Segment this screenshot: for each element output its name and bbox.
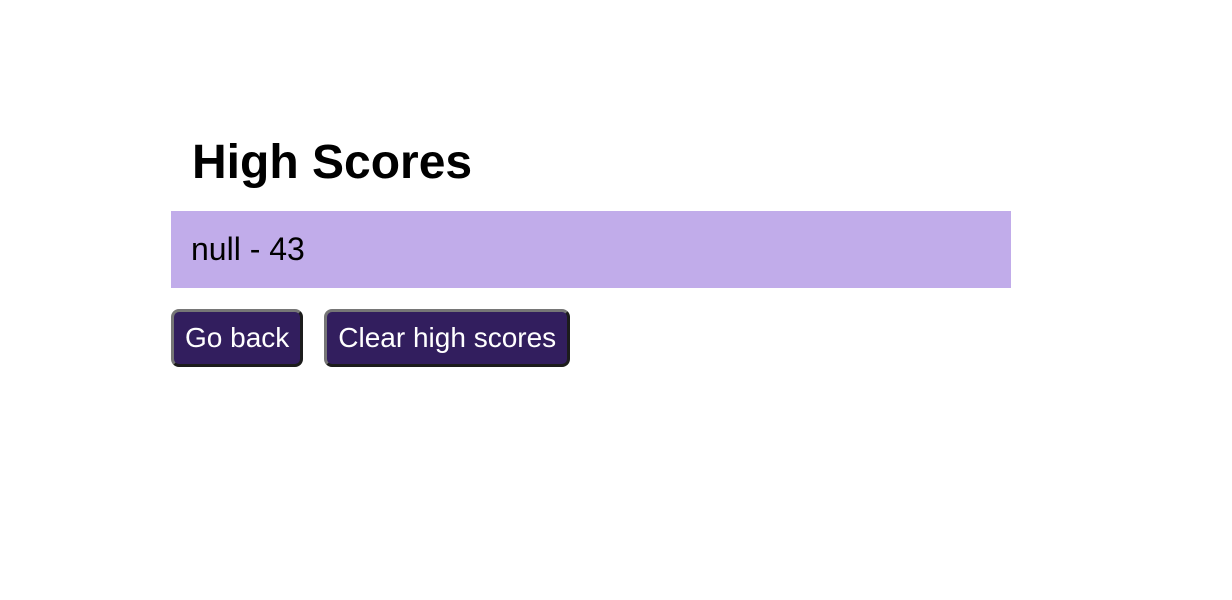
clear-high-scores-button[interactable]: Clear high scores <box>324 309 571 367</box>
go-back-button[interactable]: Go back <box>171 309 304 367</box>
high-scores-panel: High Scores null - 43 Go back Clear high… <box>171 130 1011 367</box>
high-scores-list: null - 43 <box>171 211 1011 288</box>
list-item: null - 43 <box>171 211 1011 288</box>
button-row: Go back Clear high scores <box>171 309 1011 367</box>
page-title: High Scores <box>192 136 473 189</box>
